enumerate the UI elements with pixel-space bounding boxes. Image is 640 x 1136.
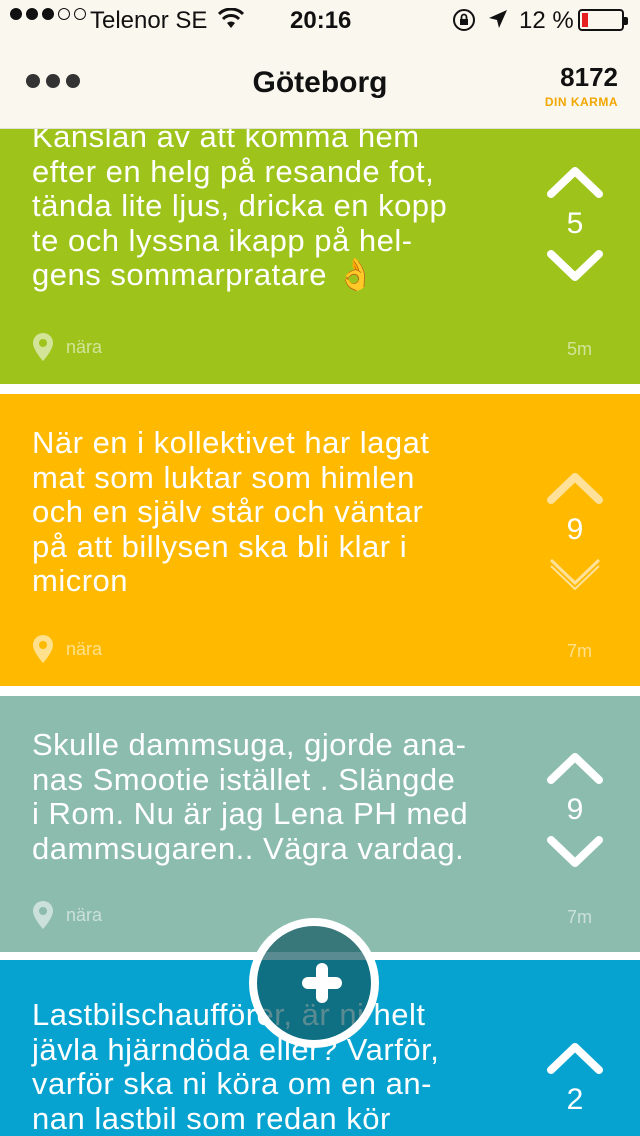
- compose-button[interactable]: [249, 918, 379, 1048]
- post-card[interactable]: När en i kollektivet har lagat mat som l…: [0, 394, 640, 686]
- karma-label: DIN KARMA: [544, 95, 618, 109]
- location-label: nära: [66, 904, 103, 925]
- post-card[interactable]: Skulle dammsuga, gjorde ana- nas Smootie…: [0, 696, 640, 952]
- status-bar: Telenor SE 20:16 12 %: [0, 0, 640, 40]
- post-time: 7m: [566, 641, 592, 661]
- post-time: 5m: [566, 339, 592, 359]
- signal-strength-icon: [10, 8, 86, 20]
- carrier-name: Telenor SE: [90, 7, 208, 34]
- upvote-button[interactable]: [546, 164, 604, 198]
- vote-column: 9: [535, 470, 615, 590]
- location-pin-icon: [33, 635, 53, 663]
- upvote-button-active[interactable]: [546, 470, 604, 504]
- post-text: Känslan av att komma hem efter en helg p…: [32, 128, 448, 292]
- vote-column: 5: [535, 164, 615, 284]
- upvote-button[interactable]: [546, 1040, 604, 1074]
- post-location: nära: [32, 634, 102, 664]
- vote-count: 9: [566, 513, 584, 546]
- vote-count: 5: [566, 207, 584, 240]
- post-location: nära: [32, 332, 102, 362]
- location-pin-icon: [33, 333, 53, 361]
- location-label: nära: [66, 336, 103, 357]
- vote-count: 9: [566, 793, 584, 826]
- battery-icon: [578, 9, 628, 31]
- post-text: Skulle dammsuga, gjorde ana- nas Smootie…: [32, 727, 469, 866]
- rotation-lock-icon: [452, 8, 476, 39]
- post-time: 7m: [566, 907, 592, 927]
- upvote-button[interactable]: [546, 750, 604, 784]
- clock: 20:16: [290, 7, 352, 34]
- downvote-button[interactable]: [546, 250, 604, 284]
- post-location: nära: [32, 900, 102, 930]
- wifi-icon: [217, 7, 245, 37]
- vote-column: 9: [535, 750, 615, 870]
- karma-counter[interactable]: 8172 DIN KARMA: [545, 62, 618, 109]
- nav-bar: Göteborg 8172 DIN KARMA: [0, 40, 640, 129]
- karma-value: 8172: [560, 62, 618, 92]
- battery-percentage: 12 %: [519, 7, 574, 34]
- post-card[interactable]: Känslan av att komma hem efter en helg p…: [0, 128, 640, 384]
- post-text: När en i kollektivet har lagat mat som l…: [32, 425, 430, 598]
- vote-count: 2: [566, 1083, 584, 1116]
- location-label: nära: [66, 638, 103, 659]
- vote-column: 2: [535, 1040, 615, 1126]
- downvote-button[interactable]: [546, 836, 604, 870]
- location-pin-icon: [33, 901, 53, 929]
- downvote-button[interactable]: [546, 556, 604, 590]
- location-services-icon: [487, 8, 509, 37]
